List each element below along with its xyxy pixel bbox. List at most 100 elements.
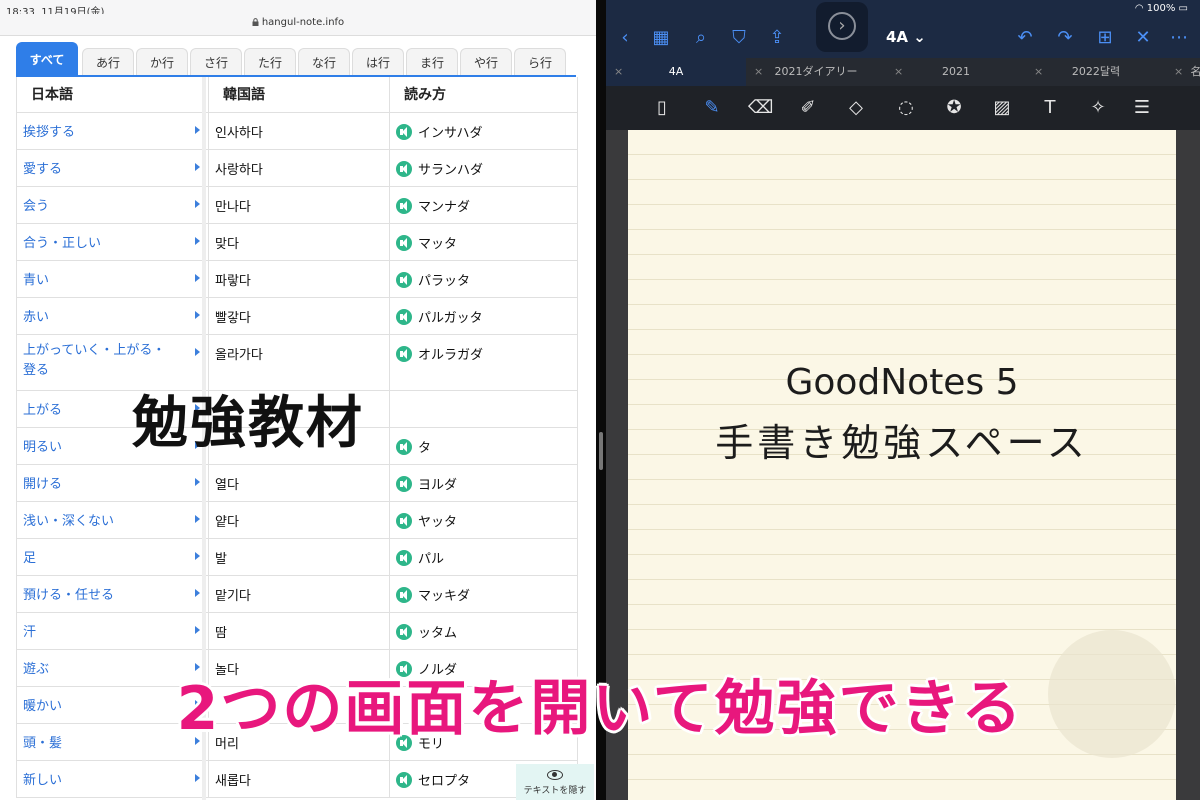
kana-tab-3[interactable]: さ行: [190, 48, 242, 76]
page-view-icon[interactable]: ▯: [650, 96, 674, 120]
speaker-icon[interactable]: [396, 235, 412, 251]
japanese-word-link[interactable]: 足: [16, 539, 204, 575]
kana-tab-9[interactable]: ら行: [514, 48, 566, 76]
korean-word-cell: 인사하다: [208, 113, 390, 149]
kana-tab-1[interactable]: あ行: [82, 48, 134, 76]
kana-tab-5[interactable]: な行: [298, 48, 350, 76]
speaker-icon[interactable]: [396, 309, 412, 325]
kana-tab-7[interactable]: ま行: [406, 48, 458, 76]
speaker-icon[interactable]: [396, 124, 412, 140]
document-tab-1[interactable]: × 2021ダイアリー: [746, 58, 886, 86]
laser-pointer-icon[interactable]: ✧: [1086, 96, 1110, 120]
search-icon[interactable]: ⌕: [690, 28, 712, 48]
speaker-icon[interactable]: [396, 346, 412, 362]
japanese-word: 汗: [23, 625, 37, 640]
kana-tab-4[interactable]: た行: [244, 48, 296, 76]
slide-over-pill[interactable]: ›: [816, 2, 868, 52]
pen-icon[interactable]: ✎: [700, 96, 724, 120]
color-picker-icon[interactable]: ☰: [1130, 96, 1154, 120]
document-tab-bar: × 4A × 2021ダイアリー × 2021 × 2022달력 × 名: [606, 58, 1200, 86]
speaker-icon[interactable]: [396, 198, 412, 214]
undo-icon[interactable]: ↶: [1014, 28, 1036, 48]
japanese-word: 明るい: [23, 440, 63, 455]
korean-word-cell: 맡기다: [208, 576, 390, 612]
japanese-word: 開ける: [23, 477, 63, 492]
korean-word-cell: 새롭다: [208, 761, 390, 797]
speaker-icon[interactable]: [396, 513, 412, 529]
korean-word-cell: 만나다: [208, 187, 390, 223]
chevron-right-icon: [195, 626, 200, 634]
more-icon[interactable]: ⋯: [1168, 28, 1190, 48]
shapes-icon[interactable]: ◇: [844, 96, 868, 120]
japanese-word-link[interactable]: 預ける・任せる: [16, 576, 204, 612]
close-icon[interactable]: ✕: [1132, 28, 1154, 48]
japanese-word-link[interactable]: 汗: [16, 613, 204, 649]
kana-tab-0[interactable]: すべて: [16, 42, 78, 76]
table-row: 愛する 사랑하다 サランハダ: [16, 150, 578, 187]
japanese-word-link[interactable]: 挨拶する: [16, 113, 204, 149]
chevron-right-icon: [195, 552, 200, 560]
share-icon[interactable]: ⇪: [766, 28, 788, 48]
grid-icon[interactable]: ▦: [650, 28, 672, 48]
japanese-word-link[interactable]: 青い: [16, 261, 204, 297]
reading-text: セロプタ: [418, 774, 471, 789]
document-tab-0[interactable]: × 4A: [606, 58, 746, 86]
split-view-handle[interactable]: [599, 432, 603, 470]
reading-text: タ: [418, 441, 432, 456]
japanese-word: 新しい: [23, 773, 63, 788]
speaker-icon[interactable]: [396, 550, 412, 566]
table-row: 開ける 열다 ヨルダ: [16, 465, 578, 502]
japanese-word-link[interactable]: 愛する: [16, 150, 204, 186]
speaker-icon[interactable]: [396, 439, 412, 455]
reading-text: マンナダ: [418, 200, 471, 215]
lasso-icon[interactable]: ◌: [894, 96, 918, 120]
speaker-icon[interactable]: [396, 476, 412, 492]
table-row: 新しい 새롭다 セロプタ: [16, 761, 578, 798]
reading-cell: サランハダ: [390, 150, 578, 186]
tool-bar: ▯ ✎ ⌫ ✐ ◇ ◌ ✪ ▨ T ✧ ☰: [606, 86, 1200, 130]
table-row: 合う・正しい 맞다 マッタ: [16, 224, 578, 261]
speaker-icon[interactable]: [396, 272, 412, 288]
bookmark-icon[interactable]: ⛉: [728, 28, 750, 48]
document-title[interactable]: 4A ⌄: [886, 28, 926, 46]
textbox-icon[interactable]: T: [1038, 96, 1062, 120]
speaker-icon[interactable]: [396, 772, 412, 788]
speaker-icon[interactable]: [396, 624, 412, 640]
eraser-icon[interactable]: ⌫: [748, 96, 773, 120]
sticker-icon[interactable]: ✪: [942, 96, 966, 120]
document-tab-4[interactable]: × 名: [1166, 58, 1200, 86]
kana-tab-8[interactable]: や行: [460, 48, 512, 76]
korean-word: 만나다: [215, 200, 251, 215]
reading-cell: インサハダ: [390, 113, 578, 149]
document-tab-2[interactable]: × 2021: [886, 58, 1026, 86]
hide-text-button[interactable]: テキストを隠す: [516, 764, 594, 800]
reading-cell: ッタム: [390, 613, 578, 649]
highlighter-icon[interactable]: ✐: [796, 96, 820, 120]
japanese-word-link[interactable]: 赤い: [16, 298, 204, 334]
reading-text: マッタ: [418, 237, 458, 252]
column-header: 日本語: [16, 77, 204, 112]
redo-icon[interactable]: ↷: [1054, 28, 1076, 48]
japanese-word-link[interactable]: 会う: [16, 187, 204, 223]
back-icon[interactable]: ‹: [614, 28, 636, 48]
kana-tab-bar: すべて あ行 か行 さ行 た行 な行 は行 ま行 や行 ら行: [16, 42, 596, 76]
japanese-word-link[interactable]: 浅い・深くない: [16, 502, 204, 538]
chevron-right-icon: [195, 237, 200, 245]
kana-tab-2[interactable]: か行: [136, 48, 188, 76]
forward-arrow-icon[interactable]: ›: [828, 12, 856, 40]
kana-tab-6[interactable]: は行: [352, 48, 404, 76]
korean-word-cell: 빨갛다: [208, 298, 390, 334]
japanese-word-link[interactable]: 合う・正しい: [16, 224, 204, 260]
japanese-word-link[interactable]: 新しい: [16, 761, 204, 797]
speaker-icon[interactable]: [396, 161, 412, 177]
reading-text: パルガッタ: [418, 311, 483, 326]
korean-word: 맞다: [215, 237, 239, 252]
speaker-icon[interactable]: [396, 587, 412, 603]
reading-cell: マッタ: [390, 224, 578, 260]
add-page-icon[interactable]: ⊞: [1094, 28, 1116, 48]
japanese-word-link[interactable]: 開ける: [16, 465, 204, 501]
address-bar[interactable]: hangul-note.info: [0, 14, 596, 36]
document-tab-3[interactable]: × 2022달력: [1026, 58, 1166, 86]
image-icon[interactable]: ▨: [990, 96, 1014, 120]
battery-icon: ▭: [1178, 3, 1188, 14]
